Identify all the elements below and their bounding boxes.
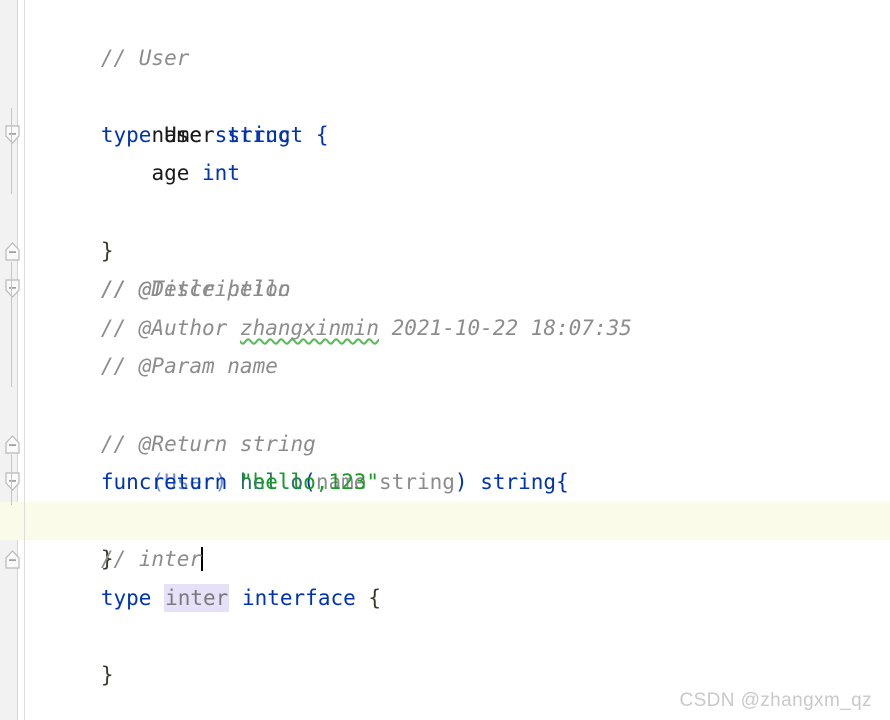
fold-open-icon-doc[interactable] bbox=[4, 202, 21, 299]
param-type: string bbox=[379, 470, 455, 495]
code-line[interactable]: // @Description bbox=[0, 232, 890, 301]
doc-comment-author-name: zhangxinmin bbox=[239, 315, 380, 340]
keyword-return: return bbox=[151, 470, 228, 495]
gutter-separator bbox=[24, 0, 25, 720]
code-editor[interactable]: // User type User struct { name string a… bbox=[0, 0, 890, 720]
brace-close: } bbox=[100, 663, 114, 688]
keyword-type: type bbox=[100, 585, 152, 610]
paren-close: ) bbox=[454, 470, 468, 495]
code-line[interactable]: } bbox=[0, 618, 890, 687]
doc-comment-description: // @Description bbox=[100, 277, 291, 302]
fold-connector-func bbox=[11, 455, 12, 505]
brace-open: { bbox=[315, 122, 329, 147]
code-content[interactable]: // User type User struct { name string a… bbox=[0, 0, 890, 720]
field-type: int bbox=[202, 161, 240, 186]
fold-connector-doc bbox=[11, 262, 12, 387]
empty-line bbox=[25, 586, 38, 610]
brace-open: { bbox=[556, 470, 569, 495]
code-line[interactable]: name string bbox=[0, 77, 890, 147]
fold-close-icon-func[interactable] bbox=[4, 472, 21, 569]
fold-close-icon-struct[interactable] bbox=[4, 163, 21, 261]
code-line-current[interactable]: // inter bbox=[0, 501, 890, 572]
brace-open: { bbox=[368, 585, 382, 610]
comment-token: // User bbox=[100, 45, 190, 70]
code-line[interactable]: func(User) hello(name string) string{ bbox=[0, 386, 890, 494]
doc-comment-author-label: // @Author bbox=[100, 315, 240, 340]
fold-close-icon-doc[interactable] bbox=[4, 356, 21, 454]
doc-comment-author-datetime: 2021-10-22 18:07:35 bbox=[379, 315, 632, 340]
doc-comment-param: // @Param name bbox=[100, 354, 278, 379]
field-name: age bbox=[151, 161, 190, 186]
comment-token: // inter bbox=[100, 547, 203, 572]
identifier-inter: inter bbox=[164, 583, 230, 612]
string-literal: "hello,123" bbox=[239, 470, 380, 495]
fold-open-icon-struct[interactable] bbox=[4, 48, 21, 144]
keyword-interface: interface bbox=[241, 585, 356, 610]
doc-comment-return: // @Return string bbox=[100, 431, 316, 456]
field-type: string bbox=[214, 122, 291, 147]
field-name: name bbox=[151, 122, 203, 147]
csdn-watermark: CSDN @zhangxm_qz bbox=[679, 690, 872, 711]
code-line[interactable]: // User bbox=[0, 0, 890, 70]
func-return-type: string bbox=[480, 470, 557, 495]
code-line[interactable]: // @Title hello bbox=[0, 193, 890, 301]
fold-open-icon-func[interactable] bbox=[4, 395, 21, 492]
fold-connector-struct bbox=[11, 108, 12, 194]
